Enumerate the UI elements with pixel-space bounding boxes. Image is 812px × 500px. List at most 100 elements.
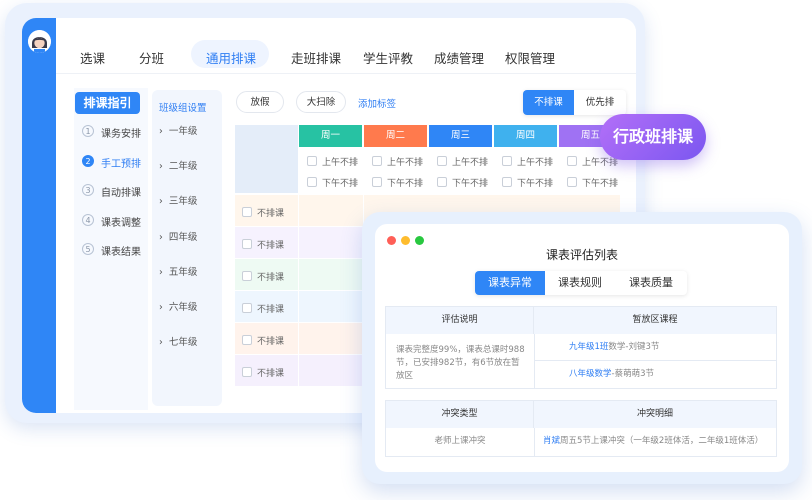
evaluation-tabs: 课表异常 课表规则 课表质量 xyxy=(475,271,687,295)
step-number: 3 xyxy=(82,184,94,196)
guide-step-manual-prearrange[interactable]: 手工预排 xyxy=(101,155,141,170)
step-number: 2 xyxy=(82,155,94,167)
guide-step-auto-scheduling[interactable]: 自动排课 xyxy=(101,184,141,199)
day-header-wednesday: 周三 xyxy=(429,125,492,147)
grade-label: 五年级 xyxy=(168,267,198,278)
tab-timetable-rules[interactable]: 课表规则 xyxy=(545,271,615,295)
nav-tab-select-course[interactable]: 选课 xyxy=(80,48,105,67)
evaluation-table: 评估说明 暂放区课程 课表完整度99%，课表总课时988节，已安排982节，有6… xyxy=(385,306,777,389)
checkbox[interactable] xyxy=(567,156,577,166)
checkbox[interactable] xyxy=(242,271,252,281)
checkbox[interactable] xyxy=(242,367,252,377)
tab-timetable-anomaly[interactable]: 课表异常 xyxy=(475,271,545,295)
afternoon-no-schedule-option[interactable]: 下午不排 xyxy=(372,176,423,189)
conflict-detail-text[interactable]: 肖斌周五5节上课冲突（一年级2班体活，二年级1班体活） xyxy=(543,435,763,448)
checkbox[interactable] xyxy=(502,177,512,187)
row-no-schedule-option[interactable]: 不排课 xyxy=(242,302,284,315)
cleanup-button[interactable]: 大扫除 xyxy=(296,91,346,113)
add-tag-link[interactable]: 添加标签 xyxy=(358,96,396,110)
afternoon-no-schedule-option[interactable]: 下午不排 xyxy=(437,176,488,189)
afternoon-no-schedule-option[interactable]: 下午不排 xyxy=(307,176,358,189)
avatar[interactable] xyxy=(28,30,51,53)
checkbox[interactable] xyxy=(307,177,317,187)
chevron-right-icon: › xyxy=(159,126,163,137)
checkbox[interactable] xyxy=(242,239,252,249)
step-number: 1 xyxy=(82,125,94,137)
grade-item[interactable]: › 五年级 xyxy=(159,264,197,278)
morning-no-schedule-option[interactable]: 上午不排 xyxy=(567,155,618,168)
staging-course-item[interactable]: 八年级数学-蔡萌萌3节 xyxy=(569,368,654,381)
grade-label: 四年级 xyxy=(168,232,198,243)
nav-tab-grade-management[interactable]: 成绩管理 xyxy=(434,48,484,67)
table-header-staging-courses: 暂放区课程 xyxy=(534,307,776,334)
table-divider xyxy=(534,360,776,361)
row-no-schedule-option[interactable]: 不排课 xyxy=(242,238,284,251)
guide-step-course-arrangement[interactable]: 课务安排 xyxy=(101,125,141,140)
schedule-mode-toggle: 不排课 优先排 xyxy=(523,90,626,115)
guide-step-timetable-adjust[interactable]: 课表调整 xyxy=(101,214,141,229)
checkbox[interactable] xyxy=(372,156,382,166)
nav-tab-class-division[interactable]: 分班 xyxy=(139,48,164,67)
guide-step-timetable-result[interactable]: 课表结果 xyxy=(101,243,141,258)
grade-item[interactable]: › 四年级 xyxy=(159,229,197,243)
checkbox[interactable] xyxy=(437,156,447,166)
chevron-right-icon: › xyxy=(159,161,163,172)
day-header-thursday: 周四 xyxy=(494,125,557,147)
guide-title: 排课指引 xyxy=(75,92,140,114)
checkbox[interactable] xyxy=(242,335,252,345)
checkbox[interactable] xyxy=(242,207,252,217)
checkbox[interactable] xyxy=(242,303,252,313)
holiday-button[interactable]: 放假 xyxy=(236,91,284,113)
morning-no-schedule-option[interactable]: 上午不排 xyxy=(502,155,553,168)
eval-description-text: 课表完整度99%，课表总课时988节，已安排982节，有6节放在暂放区 xyxy=(396,343,528,385)
nav-tab-general-scheduling[interactable]: 通用排课 xyxy=(206,48,256,67)
evaluation-card: 课表评估列表 课表异常 课表规则 课表质量 评估说明 暂放区课程 课表完整度99… xyxy=(375,224,789,472)
staging-course-item[interactable]: 九年级1班数学-刘键3节 xyxy=(569,341,659,354)
step-number: 4 xyxy=(82,214,94,226)
conflict-table: 冲突类型 冲突明细 老师上课冲突 肖斌周五5节上课冲突（一年级2班体活，二年级1… xyxy=(385,400,777,457)
nav-tab-mobile-class-scheduling[interactable]: 走班排课 xyxy=(291,48,341,67)
table-header-eval-description: 评估说明 xyxy=(386,307,534,334)
morning-no-schedule-option[interactable]: 上午不排 xyxy=(372,155,423,168)
checkbox[interactable] xyxy=(567,177,577,187)
grade-label: 三年级 xyxy=(168,196,198,207)
grade-item[interactable]: › 六年级 xyxy=(159,299,197,313)
class-group-title[interactable]: 班级组设置 xyxy=(159,100,207,114)
grade-label: 六年级 xyxy=(168,302,198,313)
afternoon-no-schedule-option[interactable]: 下午不排 xyxy=(567,176,618,189)
grade-item[interactable]: › 七年级 xyxy=(159,334,197,348)
row-no-schedule-option[interactable]: 不排课 xyxy=(242,206,284,219)
row-no-schedule-option[interactable]: 不排课 xyxy=(242,366,284,379)
checkbox[interactable] xyxy=(372,177,382,187)
grade-item[interactable]: › 三年级 xyxy=(159,193,197,207)
morning-no-schedule-option[interactable]: 上午不排 xyxy=(307,155,358,168)
row-no-schedule-option[interactable]: 不排课 xyxy=(242,334,284,347)
step-number: 5 xyxy=(82,243,94,255)
grade-label: 一年级 xyxy=(168,126,198,137)
checkbox[interactable] xyxy=(307,156,317,166)
priority-option[interactable]: 优先排 xyxy=(574,90,626,115)
grid-corner-cell xyxy=(235,125,298,193)
morning-no-schedule-option[interactable]: 上午不排 xyxy=(437,155,488,168)
grade-item[interactable]: › 一年级 xyxy=(159,123,197,137)
window-minimize-dot[interactable] xyxy=(401,236,410,245)
checkbox[interactable] xyxy=(437,177,447,187)
table-divider xyxy=(534,334,535,388)
chevron-right-icon: › xyxy=(159,196,163,207)
grade-label: 七年级 xyxy=(168,337,198,348)
grade-label: 二年级 xyxy=(168,161,198,172)
nav-tab-student-evaluation[interactable]: 学生评教 xyxy=(363,48,413,67)
checkbox[interactable] xyxy=(502,156,512,166)
day-header-tuesday: 周二 xyxy=(364,125,427,147)
grade-item[interactable]: › 二年级 xyxy=(159,158,197,172)
no-schedule-option[interactable]: 不排课 xyxy=(523,90,574,115)
nav-tab-permission-management[interactable]: 权限管理 xyxy=(505,48,555,67)
afternoon-no-schedule-option[interactable]: 下午不排 xyxy=(502,176,553,189)
table-header-conflict-type: 冲突类型 xyxy=(386,401,534,428)
row-no-schedule-option[interactable]: 不排课 xyxy=(242,270,284,283)
window-maximize-dot[interactable] xyxy=(415,236,424,245)
tab-timetable-quality[interactable]: 课表质量 xyxy=(615,271,687,295)
left-sidebar-strip xyxy=(22,18,56,413)
window-close-dot[interactable] xyxy=(387,236,396,245)
table-header-conflict-detail: 冲突明细 xyxy=(534,401,776,428)
